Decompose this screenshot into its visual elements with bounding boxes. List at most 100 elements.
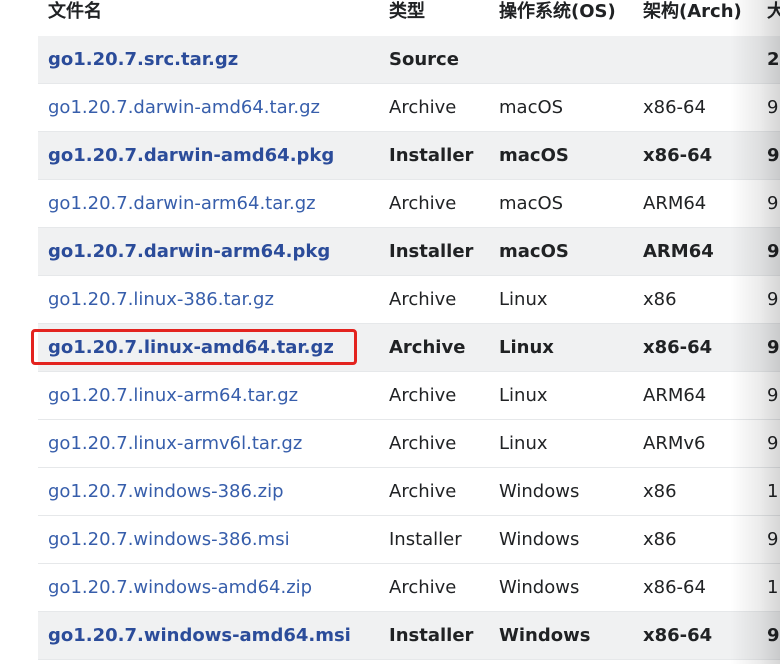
file-cell: go1.20.7.linux-armv6l.tar.gz xyxy=(38,419,379,468)
os-cell: Linux xyxy=(489,275,633,324)
file-cell: go1.20.7.linux-amd64.tar.gz xyxy=(38,323,379,372)
os-cell: macOS xyxy=(489,179,633,228)
os-cell: macOS xyxy=(489,227,633,276)
size-cell: 2 xyxy=(757,36,780,84)
kind-cell: Archive xyxy=(379,179,489,228)
table-row-highlighted: go1.20.7.linux-amd64.tar.gz Archive Linu… xyxy=(38,323,780,372)
file-cell: go1.20.7.windows-386.zip xyxy=(38,467,379,516)
download-link[interactable]: go1.20.7.linux-arm64.tar.gz xyxy=(48,385,298,406)
file-cell: go1.20.7.darwin-amd64.tar.gz xyxy=(38,83,379,132)
os-cell: Linux xyxy=(489,371,633,420)
arch-cell: x86-64 xyxy=(633,323,757,372)
os-cell: Linux xyxy=(489,419,633,468)
os-cell: Windows xyxy=(489,467,633,516)
size-cell: 9 xyxy=(757,515,780,564)
os-cell: Windows xyxy=(489,515,633,564)
arch-cell: x86-64 xyxy=(633,83,757,132)
column-header-size: 大 xyxy=(767,1,780,22)
download-link[interactable]: go1.20.7.linux-armv6l.tar.gz xyxy=(48,433,302,454)
kind-cell: Archive xyxy=(379,467,489,516)
kind-cell: Archive xyxy=(379,371,489,420)
kind-cell: Archive xyxy=(379,323,489,372)
kind-cell: Installer xyxy=(379,515,489,564)
download-link[interactable]: go1.20.7.windows-386.msi xyxy=(48,529,290,550)
arch-cell: ARMv6 xyxy=(633,419,757,468)
arch-cell: x86 xyxy=(633,515,757,564)
download-link[interactable]: go1.20.7.windows-amd64.zip xyxy=(48,577,312,598)
download-link[interactable]: go1.20.7.darwin-amd64.tar.gz xyxy=(48,97,320,118)
size-cell: 9 xyxy=(757,323,780,372)
arch-cell: x86 xyxy=(633,467,757,516)
kind-cell: Archive xyxy=(379,419,489,468)
kind-cell: Source xyxy=(379,36,489,84)
file-cell: go1.20.7.windows-amd64.zip xyxy=(38,563,379,612)
table-row: go1.20.7.darwin-amd64.pkg Installer macO… xyxy=(38,131,780,180)
size-cell: 1 xyxy=(757,467,780,516)
download-link[interactable]: go1.20.7.darwin-arm64.tar.gz xyxy=(48,193,316,214)
arch-cell: x86-64 xyxy=(633,563,757,612)
size-cell: 9 xyxy=(757,131,780,180)
file-cell: go1.20.7.windows-386.msi xyxy=(38,515,379,564)
table-body: go1.20.7.src.tar.gz Source 2 go1.20.7.da… xyxy=(38,36,780,660)
table-row: go1.20.7.darwin-amd64.tar.gz Archive mac… xyxy=(38,83,780,132)
table-row: go1.20.7.darwin-arm64.pkg Installer macO… xyxy=(38,227,780,276)
arch-cell xyxy=(633,36,757,84)
column-header-filename: 文件名 xyxy=(48,1,102,22)
kind-cell: Archive xyxy=(379,83,489,132)
file-cell: go1.20.7.windows-amd64.msi xyxy=(38,611,379,660)
table-header: 文件名 类型 操作系统(OS) 架构(Arch) 大 xyxy=(38,0,780,36)
os-cell: Windows xyxy=(489,563,633,612)
kind-cell: Installer xyxy=(379,131,489,180)
column-header-arch: 架构(Arch) xyxy=(643,1,742,22)
file-cell: go1.20.7.linux-386.tar.gz xyxy=(38,275,379,324)
table-row: go1.20.7.src.tar.gz Source 2 xyxy=(38,36,780,84)
arch-cell: x86-64 xyxy=(633,131,757,180)
arch-cell: ARM64 xyxy=(633,179,757,228)
table-row: go1.20.7.linux-arm64.tar.gz Archive Linu… xyxy=(38,371,780,420)
kind-cell: Archive xyxy=(379,563,489,612)
arch-cell: x86 xyxy=(633,275,757,324)
download-link[interactable]: go1.20.7.windows-amd64.msi xyxy=(48,625,351,646)
download-link[interactable]: go1.20.7.windows-386.zip xyxy=(48,481,284,502)
os-cell xyxy=(489,36,633,84)
download-link[interactable]: go1.20.7.src.tar.gz xyxy=(48,49,238,70)
size-cell: 1 xyxy=(757,563,780,612)
header-row: 文件名 类型 操作系统(OS) 架构(Arch) 大 xyxy=(38,0,780,36)
os-cell: Linux xyxy=(489,323,633,372)
table-row: go1.20.7.linux-386.tar.gz Archive Linux … xyxy=(38,275,780,324)
size-cell: 9 xyxy=(757,275,780,324)
download-link[interactable]: go1.20.7.linux-386.tar.gz xyxy=(48,289,274,310)
size-cell: 9 xyxy=(757,419,780,468)
download-link[interactable]: go1.20.7.darwin-arm64.pkg xyxy=(48,241,330,262)
file-cell: go1.20.7.darwin-arm64.pkg xyxy=(38,227,379,276)
kind-cell: Installer xyxy=(379,611,489,660)
downloads-viewport: 文件名 类型 操作系统(OS) 架构(Arch) 大 go1.20.7.src.… xyxy=(0,0,780,664)
size-cell: 9 xyxy=(757,227,780,276)
size-cell: 9 xyxy=(757,179,780,228)
size-cell: 9 xyxy=(757,371,780,420)
column-header-os: 操作系统(OS) xyxy=(499,1,616,22)
table-row: go1.20.7.linux-armv6l.tar.gz Archive Lin… xyxy=(38,419,780,468)
table-row: go1.20.7.windows-amd64.zip Archive Windo… xyxy=(38,563,780,612)
table-row: go1.20.7.windows-386.msi Installer Windo… xyxy=(38,515,780,564)
size-cell: 9 xyxy=(757,611,780,660)
table-row: go1.20.7.windows-amd64.msi Installer Win… xyxy=(38,611,780,660)
arch-cell: ARM64 xyxy=(633,371,757,420)
table-row: go1.20.7.darwin-arm64.tar.gz Archive mac… xyxy=(38,179,780,228)
download-link-linux-amd64[interactable]: go1.20.7.linux-amd64.tar.gz xyxy=(48,337,334,358)
size-cell: 9 xyxy=(757,83,780,132)
kind-cell: Archive xyxy=(379,275,489,324)
arch-cell: x86-64 xyxy=(633,611,757,660)
os-cell: Windows xyxy=(489,611,633,660)
download-link[interactable]: go1.20.7.darwin-amd64.pkg xyxy=(48,145,334,166)
table-row: go1.20.7.windows-386.zip Archive Windows… xyxy=(38,467,780,516)
downloads-table: 文件名 类型 操作系统(OS) 架构(Arch) 大 go1.20.7.src.… xyxy=(38,0,780,660)
file-cell: go1.20.7.src.tar.gz xyxy=(38,36,379,84)
kind-cell: Installer xyxy=(379,227,489,276)
os-cell: macOS xyxy=(489,83,633,132)
arch-cell: ARM64 xyxy=(633,227,757,276)
file-cell: go1.20.7.linux-arm64.tar.gz xyxy=(38,371,379,420)
column-header-kind: 类型 xyxy=(389,1,425,22)
file-cell: go1.20.7.darwin-amd64.pkg xyxy=(38,131,379,180)
file-cell: go1.20.7.darwin-arm64.tar.gz xyxy=(38,179,379,228)
